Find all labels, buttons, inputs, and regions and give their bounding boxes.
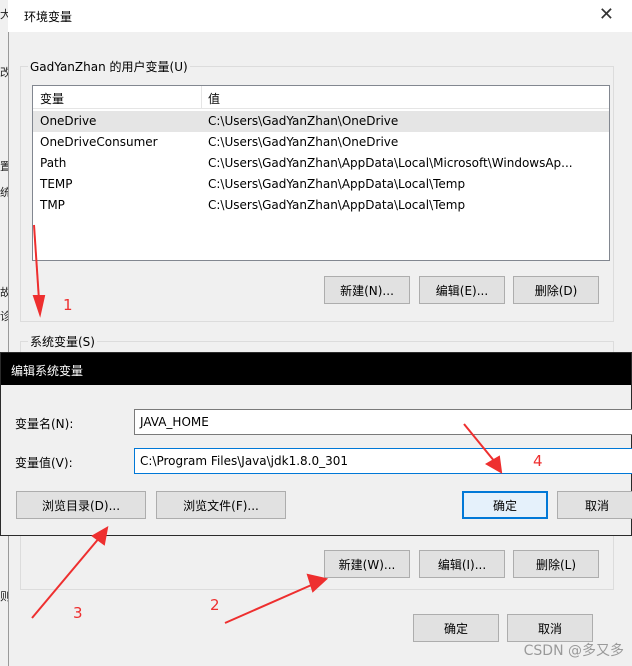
- annotation-arrows: [31, 224, 503, 624]
- annotation-number-1: 1: [63, 296, 73, 314]
- annotation-arrow-1: [33, 224, 40, 301]
- annotation-number-2: 2: [210, 596, 220, 614]
- annotation-arrowhead-1: [32, 295, 46, 318]
- annotation-arrowhead-2: [306, 573, 329, 593]
- watermark: CSDN @多又多: [523, 643, 624, 659]
- annotation-arrow-4: [463, 423, 496, 463]
- annotation-arrowhead-4: [485, 455, 503, 474]
- annotation-number-4: 4: [533, 452, 543, 470]
- annotation-number-3: 3: [73, 604, 83, 622]
- annotation-arrow-2: [224, 582, 317, 624]
- annotation-arrow-3: [31, 536, 101, 619]
